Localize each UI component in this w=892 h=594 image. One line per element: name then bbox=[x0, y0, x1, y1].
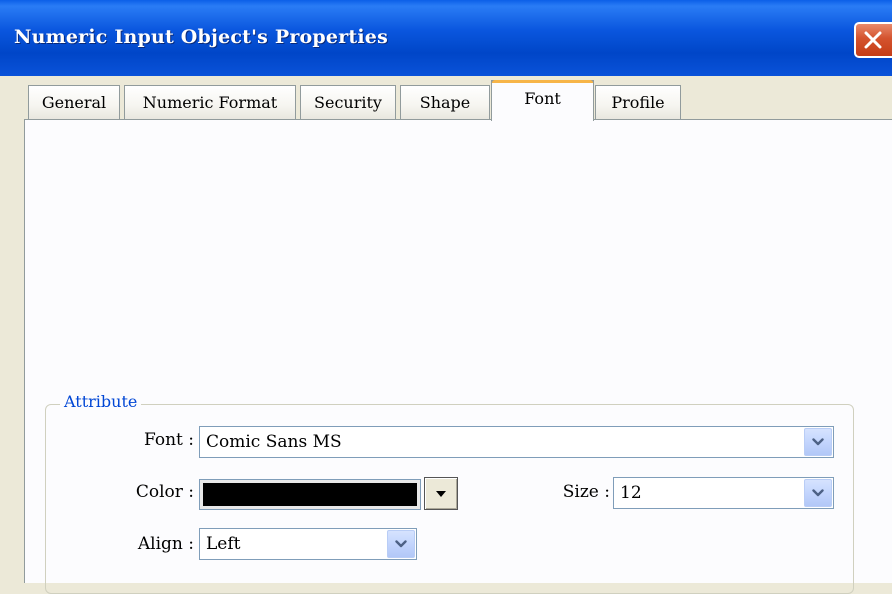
size-dropdown-button[interactable] bbox=[804, 479, 832, 507]
font-dropdown-button[interactable] bbox=[804, 428, 832, 456]
color-swatch[interactable] bbox=[199, 479, 421, 510]
size-select-value: 12 bbox=[620, 483, 642, 503]
tab-label: General bbox=[41, 93, 107, 112]
tab-label: Numeric Format bbox=[142, 93, 278, 112]
triangle-down-icon bbox=[436, 490, 446, 497]
close-button[interactable] bbox=[854, 22, 892, 58]
color-swatch-fill bbox=[203, 483, 417, 506]
tab-numeric-format[interactable]: Numeric Format bbox=[124, 85, 296, 119]
tab-security[interactable]: Security bbox=[300, 85, 396, 119]
tab-label: Font bbox=[524, 89, 561, 108]
font-select[interactable]: Comic Sans MS bbox=[199, 426, 834, 458]
align-select[interactable]: Left bbox=[199, 528, 417, 560]
font-label: Font : bbox=[143, 430, 194, 450]
size-label: Size : bbox=[562, 482, 610, 502]
tab-label: Profile bbox=[611, 93, 665, 112]
color-picker-button[interactable] bbox=[424, 477, 458, 510]
close-icon bbox=[864, 31, 882, 49]
title-bar[interactable]: Numeric Input Object's Properties bbox=[0, 0, 892, 76]
attribute-group-label: Attribute bbox=[60, 392, 142, 411]
align-select-value: Left bbox=[206, 534, 241, 554]
tab-shape[interactable]: Shape bbox=[400, 85, 490, 119]
size-select[interactable]: 12 bbox=[613, 477, 834, 509]
font-select-value: Comic Sans MS bbox=[206, 432, 342, 452]
chevron-down-icon bbox=[395, 540, 407, 548]
tab-label: Shape bbox=[419, 93, 471, 112]
window-title: Numeric Input Object's Properties bbox=[14, 26, 388, 48]
tab-font[interactable]: Font bbox=[491, 80, 594, 121]
align-label: Align : bbox=[137, 534, 194, 554]
chevron-down-icon bbox=[812, 438, 824, 446]
tab-general[interactable]: General bbox=[28, 85, 120, 119]
align-dropdown-button[interactable] bbox=[387, 530, 415, 558]
tab-profile[interactable]: Profile bbox=[595, 85, 681, 119]
tab-label: Security bbox=[314, 93, 382, 112]
color-label: Color : bbox=[135, 482, 194, 502]
chevron-down-icon bbox=[812, 489, 824, 497]
